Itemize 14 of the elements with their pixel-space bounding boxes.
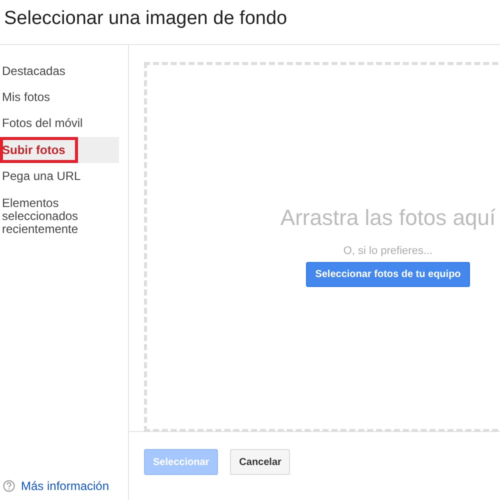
sidebar-item[interactable]: Pega una URL [0,164,119,190]
drop-hint: O, si lo prefieres... [343,245,433,257]
sidebar-item[interactable]: Elementos seleccionados recientemente [0,190,119,236]
select-files-button[interactable]: Seleccionar fotos de tu equipo [306,262,470,287]
drop-zone[interactable]: Arrastra las fotos aquí O, si lo prefieres... Seleccionar fotos de tu equipo [144,62,500,432]
sidebar-item[interactable]: Fotos del móvil [0,110,119,137]
cancel-button[interactable]: Cancelar [230,449,290,475]
sidebar-item[interactable]: Destacadas [0,58,119,84]
help-link[interactable]: Más información [21,479,110,493]
sidebar-item[interactable]: Mis fotos [0,84,119,110]
sidebar-item[interactable]: Subir fotos [0,137,119,164]
help-icon[interactable] [3,480,15,492]
drop-heading: Arrastra las fotos aquí [280,205,496,231]
dialog-title: Seleccionar una imagen de fondo [4,8,288,31]
